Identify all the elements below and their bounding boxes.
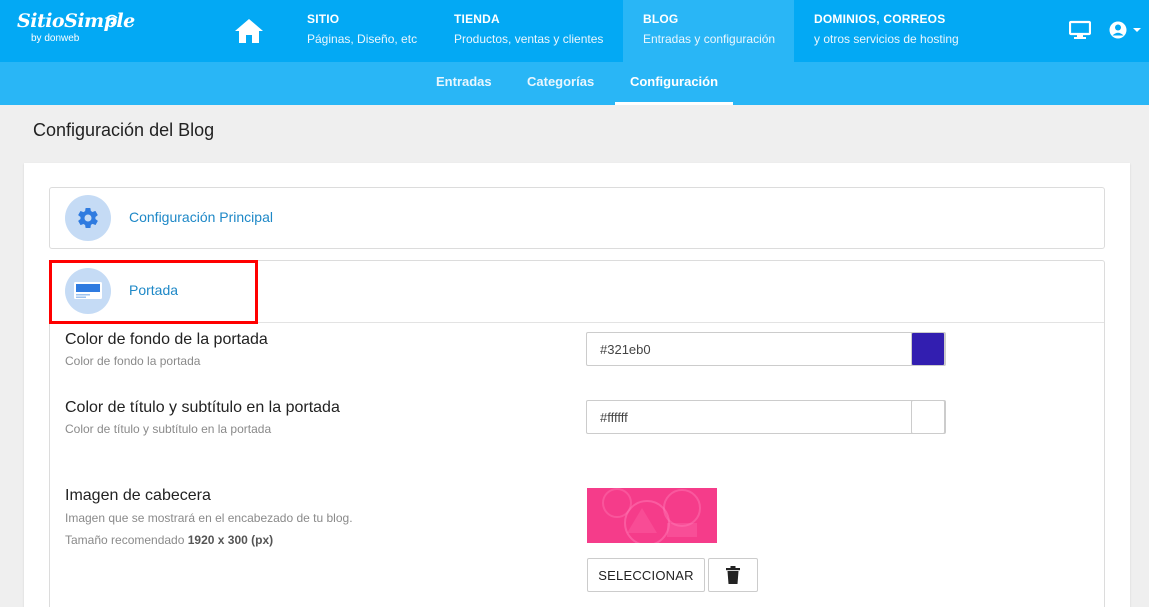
title-color-help: Color de título y subtítulo en la portad…: [65, 422, 272, 436]
bg-color-value: #321eb0: [600, 342, 651, 357]
user-menu-icon[interactable]: [1108, 20, 1142, 40]
sub-navbar: Entradas Categorías Configuración: [0, 62, 1149, 105]
title-color-input[interactable]: #ffffff: [586, 400, 946, 434]
size-prefix: Tamaño recomendado: [65, 533, 188, 547]
logo[interactable]: SitioSimple by donweb: [17, 10, 135, 50]
tab-entradas[interactable]: Entradas: [436, 62, 492, 105]
nav-blog[interactable]: BLOG Entradas y configuración: [623, 0, 794, 62]
tab-categorias[interactable]: Categorías: [527, 62, 594, 105]
title-color-value: #ffffff: [600, 410, 628, 425]
highlight-box: [49, 260, 258, 324]
logo-sub: by donweb: [31, 33, 80, 44]
delete-image-button[interactable]: [708, 558, 758, 592]
header-image-help: Imagen que se mostrará en el encabezado …: [65, 511, 353, 525]
nav-dominios-title: DOMINIOS, CORREOS: [814, 12, 946, 26]
tab-configuracion[interactable]: Configuración: [615, 62, 733, 105]
bg-color-label: Color de fondo de la portada: [65, 331, 268, 348]
bg-color-help: Color de fondo la portada: [65, 354, 201, 368]
header-image-preview: [587, 488, 717, 543]
nav-dominios-subtitle: y otros servicios de hosting: [814, 32, 959, 46]
nav-sitio-subtitle: Páginas, Diseño, etc: [307, 32, 418, 46]
bg-color-swatch[interactable]: [911, 332, 945, 366]
trash-icon: [726, 566, 740, 584]
monitor-icon[interactable]: [1069, 20, 1091, 40]
home-icon: [235, 19, 263, 43]
select-image-button[interactable]: SELECCIONAR: [587, 558, 705, 592]
header-image-size: Tamaño recomendado 1920 x 300 (px): [65, 533, 273, 547]
gear-icon: [78, 207, 98, 229]
nav-sitio-title: SITIO: [307, 12, 340, 26]
nav-tienda-subtitle: Productos, ventas y clientes: [454, 32, 604, 46]
title-color-swatch[interactable]: [911, 400, 945, 434]
top-navbar: SitioSimple by donweb SITIO Páginas, Dis…: [0, 0, 1149, 62]
gear-icon-badge: [65, 195, 111, 241]
nav-tienda-title: TIENDA: [454, 12, 500, 26]
title-color-label: Color de título y subtítulo en la portad…: [65, 399, 340, 416]
size-value: 1920 x 300 (px): [187, 533, 274, 547]
header-image-art: [602, 488, 701, 543]
page-title: Configuración del Blog: [33, 120, 215, 140]
nav-dominios[interactable]: DOMINIOS, CORREOS y otros servicios de h…: [814, 0, 959, 62]
logo-brand: SitioSimple: [17, 10, 135, 32]
nav-blog-subtitle: Entradas y configuración: [643, 32, 776, 46]
nav-blog-title: BLOG: [643, 12, 679, 26]
bg-color-input[interactable]: #321eb0: [586, 332, 946, 366]
nav-sitio[interactable]: SITIO Páginas, Diseño, etc: [307, 0, 417, 62]
header-image-label: Imagen de cabecera: [65, 487, 211, 504]
nav-tienda[interactable]: TIENDA Productos, ventas y clientes: [454, 0, 603, 62]
wifi-icon: [106, 14, 118, 25]
panel-label-principal[interactable]: Configuración Principal: [129, 209, 273, 225]
home-button[interactable]: [220, 0, 278, 62]
